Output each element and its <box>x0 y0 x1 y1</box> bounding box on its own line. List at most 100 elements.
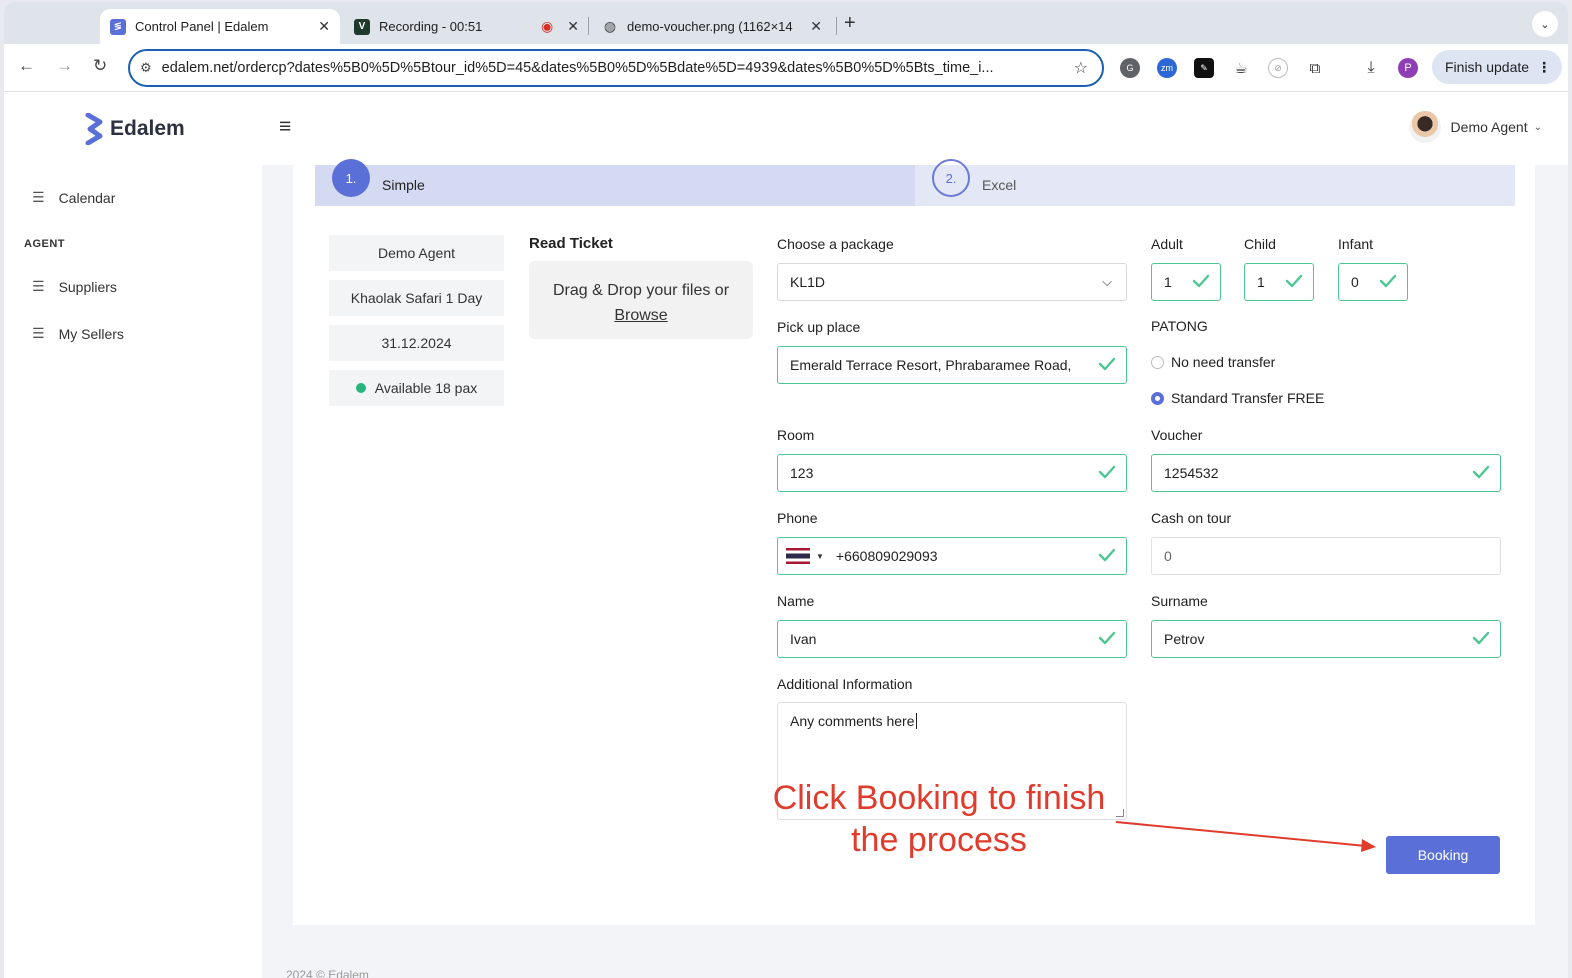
user-menu[interactable]: Demo Agent ⌄ <box>1408 111 1542 143</box>
chevron-down-icon: ⌵ <box>1102 274 1112 289</box>
back-arrow-icon[interactable]: ← <box>18 56 35 76</box>
more-vert-icon[interactable]: ⋮ <box>1537 59 1551 76</box>
extension-shield-icon[interactable]: G <box>1120 58 1140 78</box>
site-settings-icon[interactable]: ⚙ <box>140 60 152 76</box>
child-input[interactable]: 1 <box>1244 263 1314 301</box>
avatar <box>1408 111 1441 143</box>
radio-circle <box>1151 355 1164 369</box>
additional-label: Additional Information <box>777 676 913 692</box>
step-simple[interactable]: 1. Simple <box>315 159 915 206</box>
tab-title: demo-voucher.png (1162×14 <box>627 19 793 34</box>
phone-input[interactable]: ▼ +660809029093 <box>777 537 1127 575</box>
edalem-icon: ≶ <box>110 18 126 35</box>
zoom-extension-icon[interactable]: zm <box>1157 58 1177 78</box>
room-input[interactable]: 123 <box>777 454 1127 492</box>
close-icon[interactable]: ✕ <box>567 18 579 35</box>
infant-input[interactable]: 0 <box>1338 263 1408 301</box>
reload-icon[interactable]: ↻ <box>93 56 107 76</box>
surname-input[interactable]: Petrov <box>1151 620 1501 658</box>
radio-label: Standard Transfer FREE <box>1171 390 1325 406</box>
thailand-flag-icon[interactable] <box>786 548 810 564</box>
download-icon[interactable]: ⤓ <box>1361 58 1381 78</box>
radio-no-transfer[interactable]: No need transfer <box>1151 354 1275 370</box>
phone-label: Phone <box>777 510 818 526</box>
booking-button[interactable]: Booking <box>1386 836 1500 874</box>
surname-value: Petrov <box>1164 631 1205 647</box>
check-icon <box>1472 465 1490 479</box>
step-excel-label[interactable]: Excel <box>982 177 1016 193</box>
sidebar-item-my-sellers[interactable]: ☰ My Sellers <box>32 325 124 342</box>
sidebar-item-label: Suppliers <box>58 278 117 295</box>
dropzone-text: Drag & Drop your files or <box>552 282 730 299</box>
tab-bar: ≶ Control Panel | Edalem ✕ V Recording -… <box>4 2 1568 44</box>
name-input[interactable]: Ivan <box>777 620 1127 658</box>
app-header: Edalem ≡ Demo Agent ⌄ <box>4 93 1568 165</box>
edalem-logo[interactable]: Edalem <box>84 113 185 145</box>
tab-search-chevron-icon[interactable]: ⌄ <box>1532 11 1558 37</box>
tutorial-annotation-text: Click Booking to finish the process <box>772 779 1106 859</box>
browser-window: ≶ Control Panel | Edalem ✕ V Recording -… <box>4 2 1568 978</box>
user-name: Demo Agent <box>1450 119 1528 135</box>
pen-extension-icon[interactable]: ✎ <box>1194 58 1214 78</box>
footer-text: 2024 © Edalem <box>286 968 369 978</box>
cash-value: 0 <box>1164 548 1172 564</box>
new-tab-button[interactable]: + <box>844 12 856 35</box>
close-icon[interactable]: ✕ <box>318 18 330 35</box>
voucher-input[interactable]: 1254532 <box>1151 454 1501 492</box>
surname-label: Surname <box>1151 593 1208 609</box>
close-icon[interactable]: ✕ <box>810 18 822 35</box>
text-cursor <box>915 713 917 729</box>
forward-arrow-icon[interactable]: → <box>56 56 73 76</box>
summary-date: 31.12.2024 <box>329 325 504 361</box>
voucher-value: 1254532 <box>1164 465 1219 481</box>
sidebar-item-label: Calendar <box>58 189 116 206</box>
sidebar-item-suppliers[interactable]: ☰ Suppliers <box>32 278 117 295</box>
summary-availability: Available 18 pax <box>329 370 504 406</box>
browser-toolbar: ← → ↻ ⚙ edalem.net/ordercp?dates%5B0%5D%… <box>4 44 1568 92</box>
pickup-label: Pick up place <box>777 319 861 335</box>
radio-standard-transfer[interactable]: Standard Transfer FREE <box>1151 390 1324 406</box>
v-icon: V <box>354 18 370 35</box>
cash-input[interactable]: 0 <box>1151 537 1501 575</box>
summary-agent: Demo Agent <box>329 235 504 271</box>
cash-label: Cash on tour <box>1151 510 1232 526</box>
voucher-label: Voucher <box>1151 427 1203 443</box>
child-value: 1 <box>1257 274 1265 290</box>
check-icon <box>1379 274 1397 288</box>
compass-extension-icon[interactable]: ⊘ <box>1268 58 1288 78</box>
package-select[interactable]: KL1D ⌵ <box>777 263 1127 301</box>
sidebar-item-calendar[interactable]: ☰ Calendar <box>32 189 115 206</box>
address-bar[interactable]: ⚙ edalem.net/ordercp?dates%5B0%5D%5Btour… <box>128 49 1104 87</box>
package-label: Choose a package <box>777 236 894 252</box>
sidebar-section-agent: AGENT <box>24 238 65 250</box>
browse-link[interactable]: Browse <box>529 303 753 328</box>
status-dot <box>355 383 366 393</box>
tab-title: Control Panel | Edalem <box>135 19 269 34</box>
bookmark-star-icon[interactable]: ☆ <box>1074 58 1088 78</box>
tab-control-panel[interactable]: ≶ Control Panel | Edalem ✕ <box>100 9 340 44</box>
area-label: PATONG <box>1151 318 1208 334</box>
step-wizard: 1. Simple 2. Excel <box>315 159 1515 206</box>
edalem-logo-icon <box>85 113 103 145</box>
tab-demo-voucher[interactable]: ◍ demo-voucher.png (1162×14 ✕ <box>592 9 832 44</box>
availability-text: Available 18 pax <box>374 380 478 396</box>
tab-recording[interactable]: V Recording - 00:51 ◉ ✕ <box>344 9 589 44</box>
step-excel-number[interactable]: 2. <box>932 159 970 197</box>
puzzle-extensions-icon[interactable]: ⧉ <box>1305 58 1325 78</box>
file-dropzone[interactable]: Drag & Drop your files or Browse <box>529 261 753 339</box>
room-value: 123 <box>790 465 814 481</box>
step-label: Simple <box>382 177 425 193</box>
finish-update-label: Finish update <box>1445 59 1530 75</box>
name-value: Ivan <box>790 631 817 647</box>
coffee-extension-icon[interactable]: ☕ <box>1231 58 1251 78</box>
profile-avatar[interactable]: P <box>1398 58 1418 78</box>
adult-input[interactable]: 1 <box>1151 263 1221 301</box>
finish-update-button[interactable]: Finish update ⋮ <box>1432 50 1562 84</box>
annotation-arrow-icon <box>1115 821 1376 852</box>
url-text[interactable]: edalem.net/ordercp?dates%5B0%5D%5Btour_i… <box>162 60 1064 76</box>
record-icon: ◉ <box>541 18 554 34</box>
pickup-input[interactable]: Emerald Terrace Resort, Phrabaramee Road… <box>777 346 1127 384</box>
hamburger-menu-icon[interactable]: ≡ <box>279 115 291 139</box>
caret-down-icon[interactable]: ▼ <box>816 552 824 561</box>
adult-label: Adult <box>1151 236 1183 252</box>
